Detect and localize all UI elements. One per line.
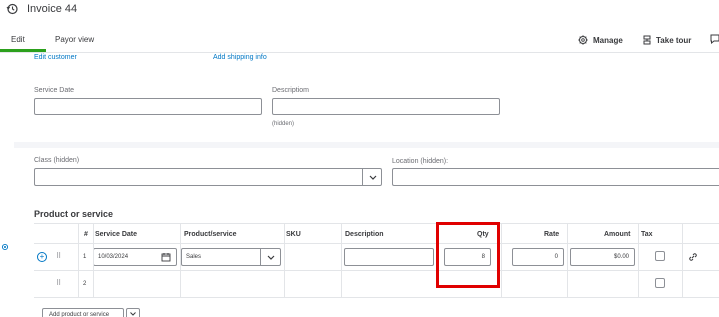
col-num-header: # [84,231,88,238]
location-label: Location (hidden): [392,158,449,165]
chevron-down-icon [369,175,376,180]
row-rate-value: 0 [554,254,558,260]
row-amount-input[interactable]: $0.00 [570,248,635,266]
col-description-header: Description [345,231,384,238]
row-product-value: Sales [186,254,202,260]
service-date-input[interactable] [34,98,262,115]
active-tab-indicator [0,49,46,52]
col-amount-header: Amount [604,231,631,238]
col-divider [341,223,342,298]
row-amount-value: $0.00 [613,254,629,260]
link-icon[interactable] [688,252,698,262]
service-date-label: Service Date [34,87,75,94]
table-row: ⠿ 2 [34,271,719,298]
tab-bar: Edit Payor view Manage Take tour [0,26,719,53]
product-dropdown-toggle[interactable] [260,249,280,265]
row-rate-input[interactable]: 0 [512,248,564,266]
col-divider [180,223,181,298]
add-product-button[interactable]: Add product or service [42,308,124,317]
col-divider [567,223,568,298]
col-rate-header: Rate [544,231,560,238]
row-number: 2 [83,281,87,287]
row-service-date-value: 10/03/2024 [98,254,129,260]
description-input[interactable] [272,98,500,115]
tour-icon [643,35,651,45]
add-product-menu-toggle[interactable] [126,308,140,317]
chat-icon[interactable] [710,34,719,44]
add-shipping-link[interactable]: Add shipping info [213,54,267,61]
col-divider [93,223,94,298]
settings-icon[interactable] [1,243,9,251]
row-tax-checkbox[interactable] [655,251,665,261]
manage-button[interactable]: Manage [578,35,623,45]
calendar-icon[interactable] [161,252,171,262]
class-label: Class (hidden) [34,157,80,164]
take-tour-label: Take tour [656,35,692,45]
description-hidden-note: (hidden) [272,121,295,127]
drag-handle-icon[interactable]: ⠿ [56,253,62,261]
row-description-input[interactable] [344,248,434,266]
invoice-details-card: Edit customer Add shipping info Service … [14,53,719,142]
col-divider [284,223,285,298]
left-rail [0,53,14,317]
header: Invoice 44 [0,0,719,26]
col-divider [682,223,683,298]
row-product-select[interactable]: Sales [181,248,281,266]
tab-payor-view[interactable]: Payor view [55,35,94,44]
take-tour-button[interactable]: Take tour [643,35,691,45]
row-number: 1 [83,254,87,260]
location-input[interactable] [392,168,719,186]
drag-handle-icon[interactable]: ⠿ [56,280,62,288]
row-service-date-input[interactable]: 10/03/2024 [93,248,177,266]
line-items-card: Class (hidden) Location (hidden): Produc… [14,148,719,317]
col-divider [78,223,79,298]
chevron-down-icon [267,255,274,260]
section-title: Product or service [34,209,114,219]
col-sku-header: SKU [286,231,301,238]
edit-customer-link[interactable]: Edit customer [34,54,77,61]
manage-label: Manage [593,35,623,45]
description-label: Descriptiom [272,87,309,94]
tab-edit[interactable]: Edit [11,35,25,44]
col-divider [638,223,639,298]
table-header: # Service Date Product/service SKU Descr… [34,223,719,244]
class-dropdown-toggle[interactable] [362,168,382,186]
row-tax-checkbox[interactable] [655,278,665,288]
col-tax-header: Tax [641,231,653,238]
chevron-down-icon [130,312,136,316]
qty-highlight-box [436,222,500,288]
col-service-date-header: Service Date [95,231,138,238]
history-icon[interactable] [6,3,18,15]
table-row: + ⠿ 1 10/03/2024 Sales 8 0 $0.00 [34,244,719,271]
col-divider [501,223,502,298]
plus-circle-icon[interactable]: + [37,252,47,262]
gear-icon [578,35,588,45]
class-select[interactable] [34,168,382,186]
col-product-header: Product/service [184,231,237,238]
page-title: Invoice 44 [27,3,78,15]
